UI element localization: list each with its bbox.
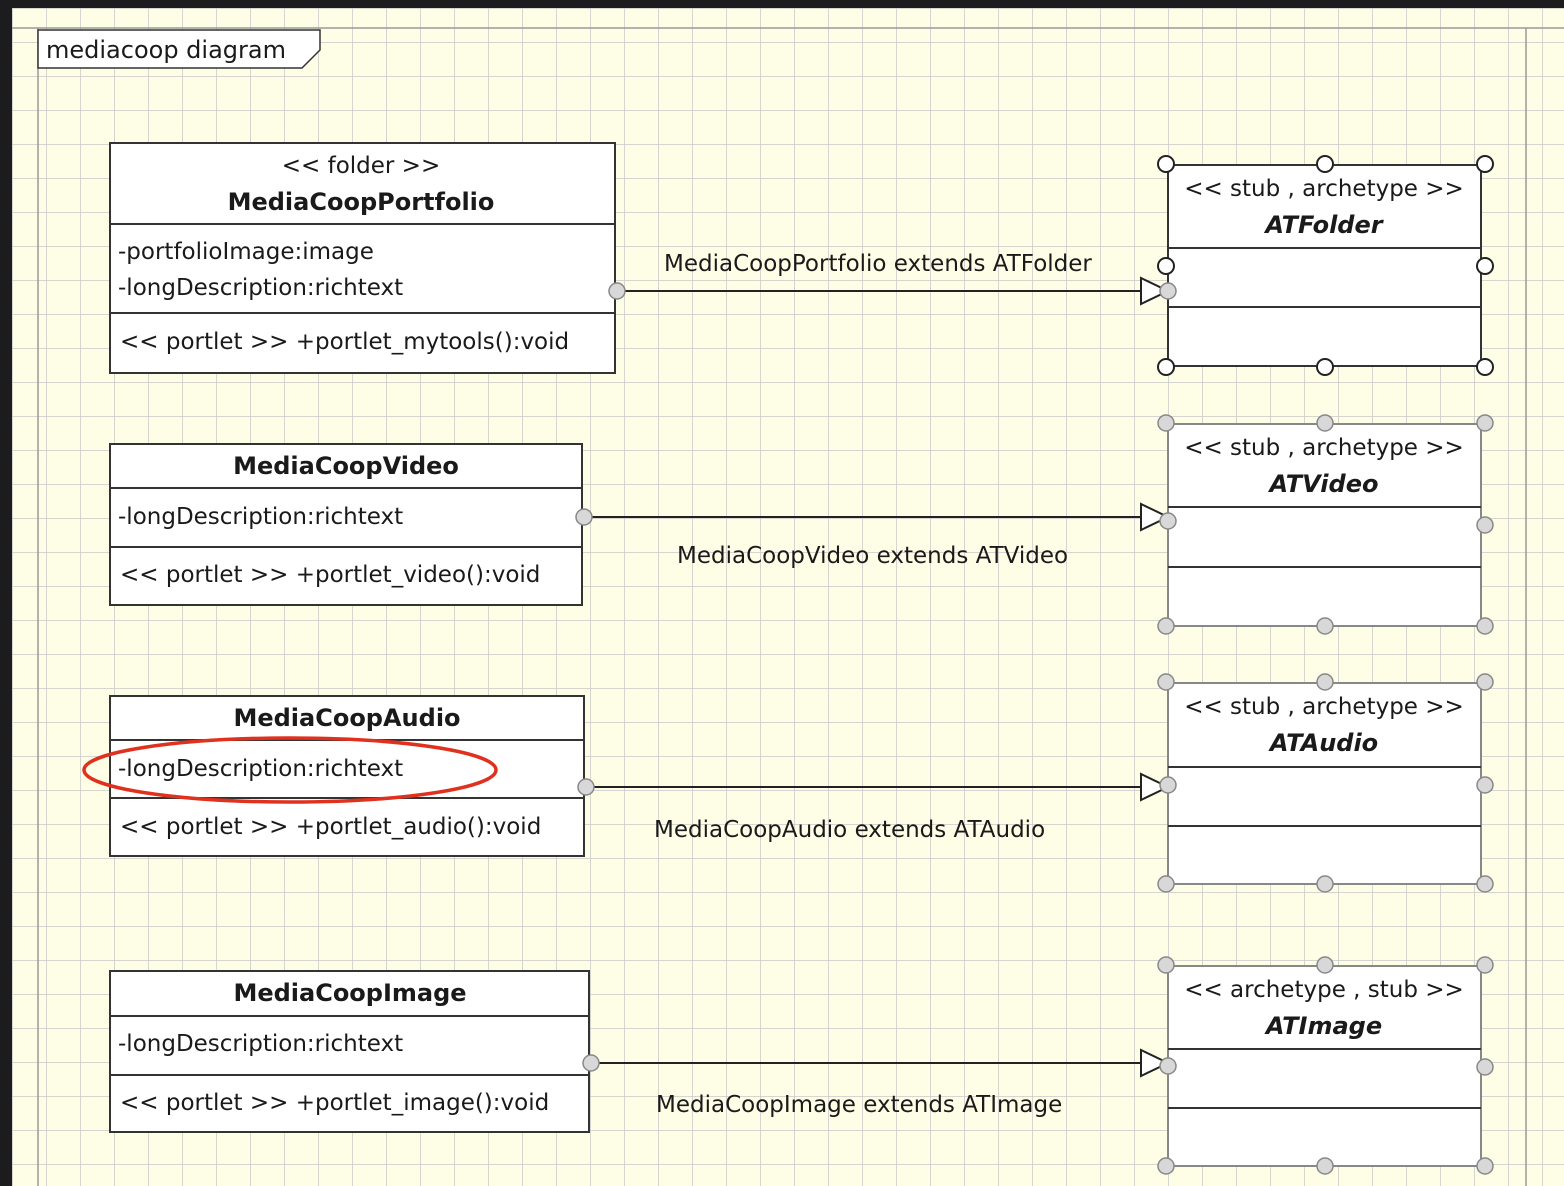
class-name: MediaCoopAudio xyxy=(233,704,460,732)
stub-name: ATVideo xyxy=(1268,470,1379,498)
class-mediacoopaudio[interactable]: MediaCoopAudio -longDescription:richtext… xyxy=(109,695,585,857)
frame-tab-label: mediacoop diagram xyxy=(46,36,286,64)
stub-stereotype: << archetype , stub >> xyxy=(1184,977,1464,1003)
stub-stereotype: << stub , archetype >> xyxy=(1184,694,1464,720)
relation-label: MediaCoopPortfolio extends ATFolder xyxy=(664,251,1092,277)
class-name: MediaCoopPortfolio xyxy=(228,188,495,216)
class-mediacoopportfolio[interactable]: << folder >> MediaCoopPortfolio -portfol… xyxy=(109,142,616,374)
class-attribute: -longDescription:richtext xyxy=(118,1031,403,1057)
class-operation: << portlet >> +portlet_audio():void xyxy=(120,814,541,840)
stub-atvideo[interactable]: << stub , archetype >> ATVideo xyxy=(1157,414,1494,635)
class-attribute: -longDescription:richtext xyxy=(118,275,403,301)
stub-ataudio[interactable]: << stub , archetype >> ATAudio xyxy=(1157,673,1494,893)
class-operation: << portlet >> +portlet_image():void xyxy=(120,1090,549,1116)
stub-name: ATAudio xyxy=(1268,729,1378,757)
class-operation: << portlet >> +portlet_video():void xyxy=(120,562,540,588)
class-attribute: -portfolioImage:image xyxy=(118,239,374,265)
stub-name: ATImage xyxy=(1264,1012,1382,1040)
class-operation: << portlet >> +portlet_mytools():void xyxy=(120,329,569,355)
class-mediacoopvideo[interactable]: MediaCoopVideo -longDescription:richtext… xyxy=(109,443,583,606)
diagram-stage: mediacoop diagram << folder >> MediaCoop… xyxy=(0,0,1564,1186)
stub-atimage[interactable]: << archetype , stub >> ATImage xyxy=(1157,956,1494,1175)
class-attribute: -longDescription:richtext xyxy=(118,756,403,782)
class-mediacoopimage[interactable]: MediaCoopImage -longDescription:richtext… xyxy=(109,970,590,1133)
stub-stereotype: << stub , archetype >> xyxy=(1184,176,1464,202)
frame-tab: mediacoop diagram xyxy=(37,29,321,69)
class-attribute: -longDescription:richtext xyxy=(118,504,403,530)
class-diagram: mediacoop diagram << folder >> MediaCoop… xyxy=(12,8,1564,1186)
class-name: MediaCoopVideo xyxy=(233,452,459,480)
stub-name: ATFolder xyxy=(1263,211,1384,239)
class-stereotype: << folder >> xyxy=(282,153,440,179)
stub-stereotype: << stub , archetype >> xyxy=(1184,435,1464,461)
relation-label: MediaCoopAudio extends ATAudio xyxy=(654,817,1045,843)
relation-label: MediaCoopVideo extends ATVideo xyxy=(677,543,1068,569)
class-name: MediaCoopImage xyxy=(233,979,466,1007)
stub-atfolder[interactable]: << stub , archetype >> ATFolder xyxy=(1157,155,1494,376)
relation-label: MediaCoopImage extends ATImage xyxy=(656,1092,1062,1118)
